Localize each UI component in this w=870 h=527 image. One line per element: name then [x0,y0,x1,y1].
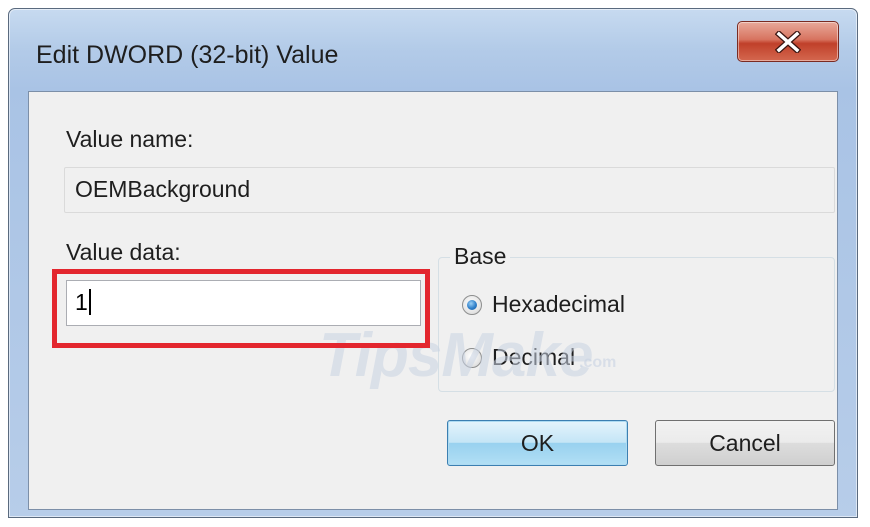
value-data-label: Value data: [66,239,181,265]
radio-decimal-label: Decimal [492,344,576,370]
dialog-body: Value name: OEMBackground Value data: 1 … [28,91,838,510]
radio-decimal[interactable]: Decimal [462,344,575,371]
close-button[interactable] [737,21,839,62]
title-bar[interactable]: Edit DWORD (32-bit) Value [9,9,857,93]
radio-hexadecimal[interactable]: Hexadecimal [462,291,625,318]
base-groupbox [438,257,835,392]
value-name-field: OEMBackground [64,167,835,213]
radio-button[interactable] [462,347,482,368]
ok-button[interactable]: OK [447,420,628,466]
cancel-button[interactable]: Cancel [655,420,835,466]
base-label: Base [450,243,511,270]
edit-dword-dialog: Edit DWORD (32-bit) Value Value name: OE… [8,8,858,518]
dialog-title: Edit DWORD (32-bit) Value [36,41,339,69]
value-name-label: Value name: [66,126,194,152]
radio-button-selected[interactable] [462,294,482,315]
highlight-box [52,269,430,348]
radio-hexadecimal-label: Hexadecimal [492,291,625,317]
close-icon [775,30,801,53]
